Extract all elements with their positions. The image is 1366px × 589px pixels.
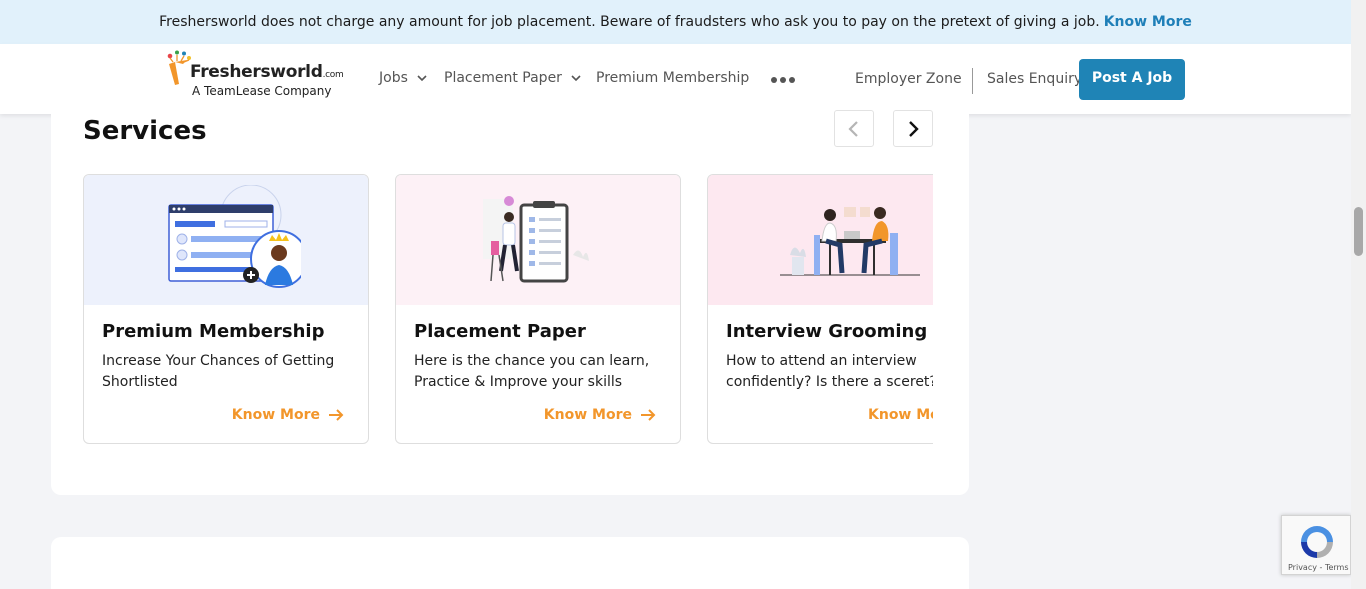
service-card-title: Premium Membership — [102, 321, 325, 342]
header-divider — [972, 68, 973, 94]
more-dots-icon[interactable] — [770, 70, 796, 86]
nav-placement-paper-label: Placement Paper — [444, 70, 562, 86]
freshersworld-logo[interactable]: Freshersworld.com A TeamLease Company — [165, 50, 344, 102]
scrollbar-thumb[interactable] — [1354, 207, 1363, 256]
service-card-placement-paper[interactable]: Placement Paper Here is the chance you c… — [395, 174, 681, 444]
recaptcha-privacy-link[interactable]: Privacy — [1288, 563, 1317, 572]
chevron-down-icon — [417, 75, 427, 82]
chevron-right-icon — [909, 120, 919, 137]
service-card-know-more[interactable]: Know More — [232, 407, 344, 423]
post-a-job-button[interactable]: Post A Job — [1079, 59, 1185, 100]
recaptcha-icon — [1301, 526, 1333, 558]
arrow-right-icon — [641, 409, 656, 421]
service-card-description: Increase Your Chances of Getting Shortli… — [102, 353, 335, 390]
placement-paper-illustration — [396, 175, 680, 305]
know-more-label: Know More — [231, 407, 320, 423]
site-header: Freshersworld.com A TeamLease Company Jo… — [0, 44, 1351, 114]
service-card-description: How to attend an interview confidently? … — [726, 353, 933, 390]
chevron-left-icon — [848, 120, 858, 137]
logo-tagline: A TeamLease Company — [192, 84, 332, 98]
interview-grooming-illustration — [708, 175, 933, 305]
logo-brand: Freshersworld.com — [190, 62, 344, 82]
carousel-next-button[interactable] — [893, 110, 933, 147]
nav-placement-paper[interactable]: Placement Paper — [444, 70, 582, 86]
service-card-premium-membership[interactable]: Premium Membership Increase Your Chances… — [83, 174, 369, 444]
service-card-know-more[interactable]: Know More — [544, 407, 656, 423]
know-more-label: Know More — [868, 407, 933, 423]
page-scrollbar[interactable] — [1351, 0, 1366, 589]
next-section-panel — [51, 537, 969, 589]
chevron-down-icon — [571, 75, 581, 82]
recaptcha-links: Privacy - Terms — [1288, 563, 1349, 572]
carousel-prev-button[interactable] — [834, 110, 874, 147]
service-card-interview-grooming[interactable]: Interview Grooming How to attend an inte… — [707, 174, 933, 444]
nav-jobs[interactable]: Jobs — [379, 70, 428, 86]
logo-brand-name: Freshersworld — [190, 62, 323, 82]
recaptcha-separator: - — [1316, 563, 1325, 572]
know-more-label: Know More — [543, 407, 632, 423]
fraud-notice-bar: Freshersworld does not charge any amount… — [0, 0, 1351, 44]
notice-know-more-link[interactable]: Know More — [1104, 14, 1192, 30]
service-card-title: Interview Grooming — [726, 321, 928, 342]
nav-premium-membership-label: Premium Membership — [596, 70, 750, 86]
premium-membership-illustration — [84, 175, 368, 305]
services-title: Services — [83, 116, 207, 146]
service-card-description: Here is the chance you can learn, Practi… — [414, 353, 650, 390]
logo-tld: .com — [322, 70, 344, 80]
service-card-know-more[interactable]: Know More — [868, 407, 933, 423]
fraud-notice-text: Freshersworld does not charge any amount… — [159, 14, 1100, 30]
recaptcha-badge[interactable]: Privacy - Terms — [1281, 515, 1351, 575]
recaptcha-terms-link[interactable]: Terms — [1325, 563, 1349, 572]
sales-enquiry-label: Sales Enquiry — [987, 71, 1083, 87]
employer-zone-label: Employer Zone — [855, 71, 962, 87]
service-card-title: Placement Paper — [414, 321, 586, 342]
nav-jobs-label: Jobs — [379, 70, 408, 86]
nav-premium-membership[interactable]: Premium Membership — [596, 70, 749, 86]
services-carousel: Premium Membership Increase Your Chances… — [83, 174, 933, 446]
employer-zone-link[interactable]: Employer Zone — [855, 71, 962, 87]
arrow-right-icon — [329, 409, 344, 421]
sales-enquiry-link[interactable]: Sales Enquiry — [987, 71, 1082, 87]
